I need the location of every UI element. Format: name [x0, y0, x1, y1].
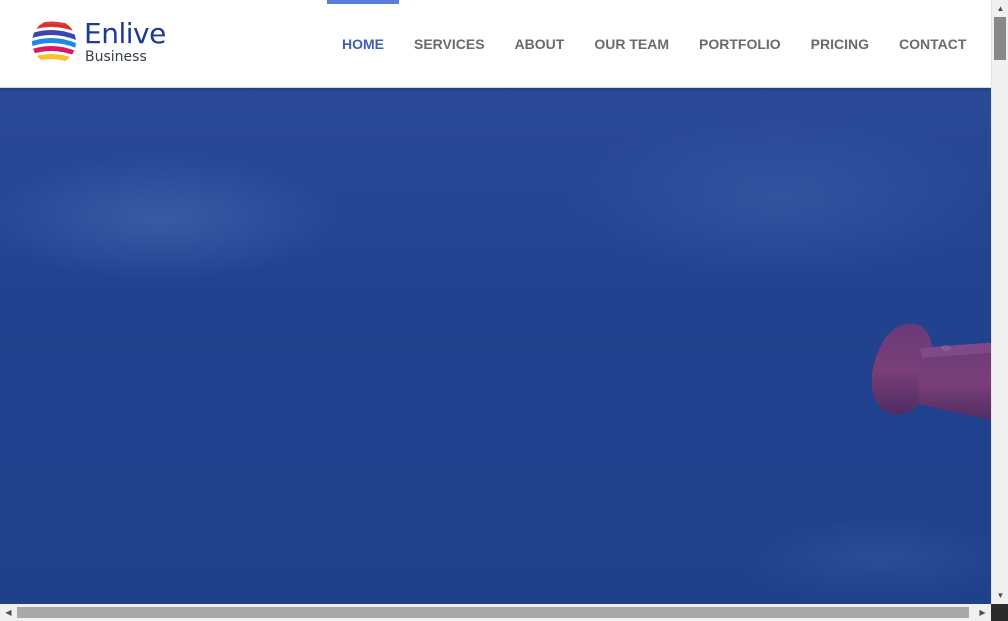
nav-item-home[interactable]: HOME: [327, 0, 399, 87]
horizontal-scrollbar[interactable]: ◀ ▶: [0, 604, 991, 621]
hero-banner-image: [0, 88, 991, 604]
hero-pipe-object: [871, 323, 991, 421]
browser-viewport: Enlive Business HOME SERVICES ABOUT OUR …: [0, 0, 991, 604]
scrollbar-corner: [991, 604, 1008, 621]
nav-item-pricing[interactable]: PRICING: [796, 0, 884, 87]
nav-item-about[interactable]: ABOUT: [500, 0, 580, 87]
brand-subtitle: Business: [85, 49, 147, 65]
arrow-up-icon[interactable]: ▲: [992, 0, 1008, 17]
main-nav: HOME SERVICES ABOUT OUR TEAM PORTFOLIO P…: [327, 0, 981, 87]
arrow-left-icon[interactable]: ◀: [0, 604, 17, 621]
vertical-scrollbar[interactable]: ▲ ▼: [991, 0, 1008, 604]
nav-item-our-team[interactable]: OUR TEAM: [579, 0, 684, 87]
nav-item-portfolio[interactable]: PORTFOLIO: [684, 0, 796, 87]
brand-logo[interactable]: Enlive Business: [30, 17, 166, 67]
site-header: Enlive Business HOME SERVICES ABOUT OUR …: [0, 0, 991, 88]
vertical-scrollbar-thumb[interactable]: [994, 17, 1006, 60]
nav-item-contact[interactable]: CONTACT: [884, 0, 981, 87]
arrow-down-icon[interactable]: ▼: [992, 587, 1008, 604]
nav-item-services[interactable]: SERVICES: [399, 0, 500, 87]
arrow-right-icon[interactable]: ▶: [974, 604, 991, 621]
brand-title: Enlive: [84, 17, 166, 50]
horizontal-scrollbar-thumb[interactable]: [17, 607, 969, 618]
striped-globe-icon: [32, 20, 76, 64]
